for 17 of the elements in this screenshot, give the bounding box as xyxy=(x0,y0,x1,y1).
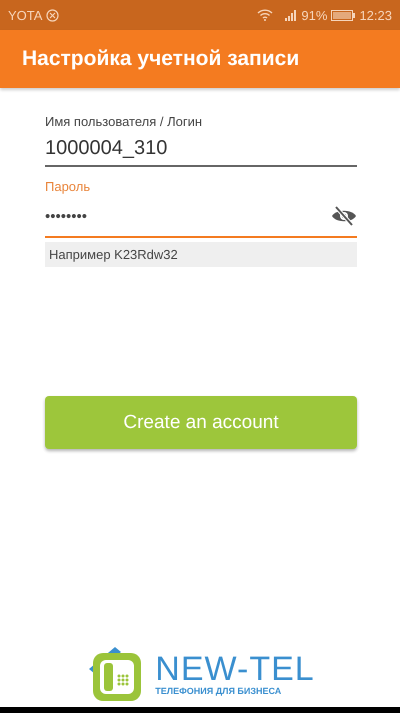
battery-percent: 91% xyxy=(301,8,328,22)
close-circle-icon xyxy=(46,8,60,22)
password-value: •••••••• xyxy=(45,208,88,224)
clock: 12:23 xyxy=(359,8,392,22)
logo-tagline: ТЕЛЕФОНИЯ ДЛЯ БИЗНЕСА xyxy=(155,686,282,696)
carrier-name: YOTA xyxy=(8,8,42,22)
username-field[interactable]: 1000004_310 xyxy=(45,131,357,167)
eye-crossed-icon[interactable] xyxy=(331,206,357,226)
screen-title: Настройка учетной записи xyxy=(22,47,300,71)
hint-text: Например K23Rdw32 xyxy=(45,242,357,267)
battery-icon xyxy=(331,10,356,20)
logo-name: NEW-TEL xyxy=(155,652,315,686)
password-label: Пароль xyxy=(45,179,92,194)
wifi-icon xyxy=(257,9,274,21)
signal-icon xyxy=(285,10,298,20)
password-field[interactable]: •••••••• xyxy=(45,196,357,238)
username-label: Имя пользователя / Логин xyxy=(45,114,204,129)
